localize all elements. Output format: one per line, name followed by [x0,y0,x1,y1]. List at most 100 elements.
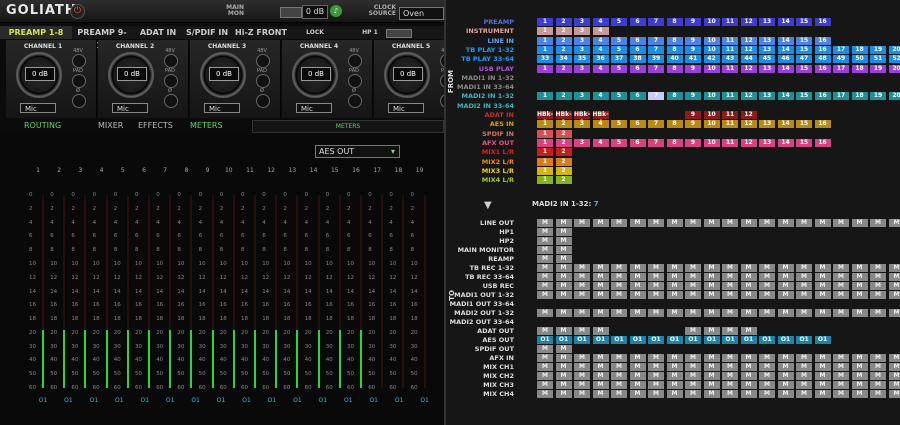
from-channel-cell[interactable]: 15 [796,18,812,26]
from-channel-cell[interactable]: 7 [648,138,664,147]
to-routing-cell[interactable]: M [759,354,775,362]
to-routing-cell[interactable]: M [666,372,683,380]
to-routing-cell[interactable]: M [685,273,701,281]
to-routing-cell[interactable]: M [722,291,738,299]
to-routing-cell[interactable]: M [814,291,831,299]
to-routing-cell[interactable]: M [666,291,683,299]
from-channel-cell[interactable]: 11 [722,120,738,129]
from-channel-cell[interactable]: 13 [759,64,775,73]
to-routing-cell[interactable]: M [648,372,664,380]
from-channel-cell[interactable]: 14 [777,120,794,129]
to-routing-cell[interactable]: M [777,390,794,398]
to-routing-cell[interactable]: M [537,327,553,335]
to-routing-cell[interactable]: M [685,219,701,227]
to-routing-cell[interactable]: M [629,309,646,317]
from-channel-cell[interactable]: 44 [740,55,757,64]
to-routing-cell[interactable]: O1 [592,336,609,344]
to-routing-cell[interactable]: M [666,219,683,227]
from-channel-cell[interactable]: 12 [740,64,757,73]
nav-meters[interactable]: METERS [190,120,223,132]
to-routing-cell[interactable]: O1 [666,336,683,344]
from-source-label[interactable]: MIX4 L/R [418,176,514,185]
to-routing-cell[interactable]: M [537,246,553,254]
to-routing-cell[interactable]: M [888,390,900,398]
from-channel-cell[interactable]: 5 [611,64,627,73]
from-channel-cell[interactable]: 3 [574,45,590,54]
to-routing-cell[interactable]: M [740,390,757,398]
from-channel-cell[interactable]: 2 [555,148,572,157]
from-channel-cell[interactable]: 14 [777,45,794,54]
to-routing-cell[interactable]: O1 [777,336,794,344]
main-mon-fader[interactable] [280,7,302,18]
input-type-select[interactable]: Mic [112,103,148,113]
to-routing-cell[interactable]: M [833,363,849,371]
from-channel-cell[interactable]: 3 [574,36,590,45]
from-channel-cell[interactable]: 13 [759,45,775,54]
from-channel-cell[interactable]: 41 [685,55,701,64]
to-routing-cell[interactable]: M [722,282,738,290]
to-routing-cell[interactable]: M [629,291,646,299]
from-channel-cell[interactable]: 9 [685,120,701,129]
to-routing-cell[interactable]: M [685,390,701,398]
from-channel-cell[interactable]: 9 [685,138,701,147]
to-routing-cell[interactable]: M [740,327,757,335]
from-channel-cell[interactable]: 2 [555,45,572,54]
to-routing-cell[interactable]: M [740,309,757,317]
to-destination-label[interactable]: USB REC [418,282,514,291]
to-routing-cell[interactable]: M [555,381,572,389]
to-routing-cell[interactable]: M [648,282,664,290]
from-channel-cell[interactable]: 14 [777,18,794,26]
to-routing-cell[interactable]: M [611,363,627,371]
to-routing-cell[interactable]: M [740,363,757,371]
to-routing-cell[interactable]: M [870,273,886,281]
from-channel-cell[interactable]: 6 [629,18,646,26]
to-routing-cell[interactable]: M [703,291,720,299]
from-channel-cell[interactable]: 15 [796,138,812,147]
from-channel-cell[interactable]: 2 [555,138,572,147]
from-channel-cell[interactable]: 7 [648,120,664,129]
to-routing-cell[interactable]: M [611,390,627,398]
to-destination-label[interactable]: MADI2 OUT 33-64 [418,318,514,327]
from-source-label[interactable]: PREAMP [418,18,514,27]
from-channel-cell[interactable]: 14 [777,92,794,101]
from-channel-cell[interactable]: HBk-2 [555,111,572,126]
from-channel-cell[interactable]: 11 [722,138,738,147]
to-routing-cell[interactable]: M [870,219,886,227]
to-routing-cell[interactable]: M [592,363,609,371]
from-channel-cell[interactable]: 1 [537,36,553,45]
from-channel-cell[interactable]: 17 [833,92,849,101]
from-channel-cell[interactable]: 13 [759,92,775,101]
to-routing-cell[interactable]: M [611,381,627,389]
to-routing-cell[interactable]: M [592,264,609,272]
to-routing-cell[interactable]: M [629,264,646,272]
from-channel-cell[interactable]: 1 [537,18,553,26]
to-routing-cell[interactable]: M [722,372,738,380]
to-routing-cell[interactable]: M [611,291,627,299]
to-routing-cell[interactable]: M [851,219,868,227]
to-routing-cell[interactable]: M [851,282,868,290]
from-channel-cell[interactable]: 1 [537,176,553,185]
to-routing-cell[interactable]: M [759,363,775,371]
from-channel-cell[interactable]: 16 [814,120,831,129]
to-destination-label[interactable]: AFX IN [418,354,514,363]
to-routing-cell[interactable]: M [537,372,553,380]
from-channel-cell[interactable]: 38 [629,55,646,64]
toggle-button[interactable] [164,94,178,108]
from-channel-cell[interactable]: 10 [703,138,720,147]
from-source-label[interactable]: USB PLAY [418,65,514,74]
to-routing-cell[interactable]: M [833,219,849,227]
to-routing-cell[interactable]: M [722,219,738,227]
from-channel-cell[interactable]: 10 [703,92,720,101]
from-channel-cell[interactable]: 12 [740,138,757,147]
to-routing-cell[interactable]: M [537,354,553,362]
to-routing-cell[interactable]: M [555,291,572,299]
to-destination-label[interactable]: TB REC 33-64 [418,273,514,282]
to-routing-cell[interactable]: M [851,354,868,362]
to-routing-cell[interactable]: M [629,273,646,281]
tab-preamp-9-16[interactable]: PREAMP 9-16 [72,26,132,50]
to-routing-cell[interactable]: M [685,354,701,362]
from-channel-cell[interactable]: 9 [685,18,701,26]
to-routing-cell[interactable]: M [703,354,720,362]
to-routing-cell[interactable]: M [685,309,701,317]
from-channel-cell[interactable]: 11 [722,45,738,54]
